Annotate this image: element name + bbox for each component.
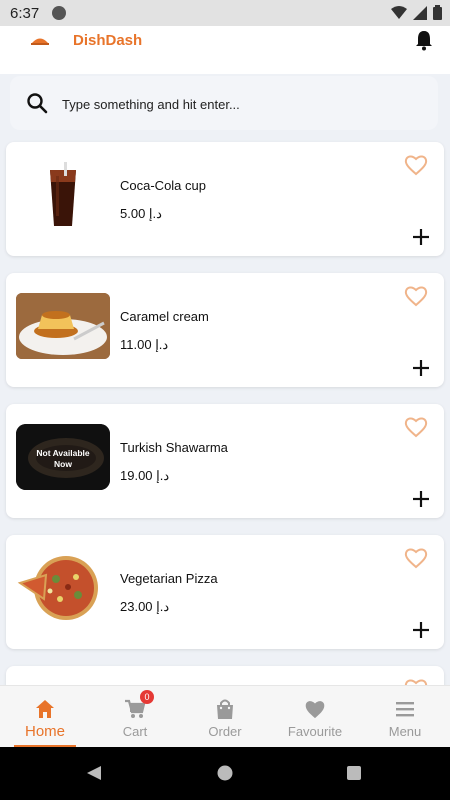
product-price: 11.00 د.إ	[120, 337, 169, 352]
signal-icon	[413, 5, 427, 20]
product-price: 19.00 د.إ	[120, 468, 170, 483]
product-list: Coca-Cola cup 5.00 د.إ Caramel cream 11.…	[0, 140, 450, 685]
add-to-cart-plus-icon[interactable]	[412, 359, 430, 377]
nav-item-home[interactable]: Home	[0, 686, 90, 748]
system-nav-bar	[0, 747, 450, 800]
product-card[interactable]: Vegetarian Pizza 23.00 د.إ	[6, 535, 444, 649]
product-image: Not Available Now	[16, 424, 110, 490]
nav-label: Menu	[388, 724, 422, 739]
favourite-heart-icon[interactable]	[404, 285, 428, 307]
wifi-icon	[391, 5, 407, 19]
product-image	[16, 293, 110, 359]
nav-label: Favourite	[287, 724, 343, 739]
nav-label: Order	[208, 724, 242, 739]
product-image	[16, 162, 110, 228]
add-to-cart-plus-icon[interactable]	[412, 621, 430, 639]
back-icon[interactable]	[86, 765, 102, 781]
home-button-icon[interactable]	[217, 765, 233, 781]
status-icons	[391, 5, 442, 20]
product-name: Coca-Cola cup	[120, 178, 206, 193]
heart-icon	[305, 701, 325, 719]
product-name: Turkish Shawarma	[120, 440, 228, 455]
product-card[interactable]: Caramel cream 11.00 د.إ	[6, 273, 444, 387]
favourite-heart-icon[interactable]	[404, 416, 428, 438]
search-input[interactable]	[60, 93, 424, 115]
nav-item-menu[interactable]: Menu	[360, 686, 450, 748]
nav-item-order[interactable]: Order	[180, 686, 270, 748]
logo-icon	[31, 38, 49, 45]
search-bar	[10, 76, 438, 130]
favourite-heart-icon[interactable]	[404, 678, 428, 685]
favourite-heart-icon[interactable]	[404, 547, 428, 569]
notification-bell-icon[interactable]	[414, 29, 434, 51]
nav-label: Home	[24, 723, 65, 740]
product-image	[16, 555, 110, 621]
nav-item-favourite[interactable]: Favourite	[270, 686, 360, 748]
nav-label: Cart	[122, 724, 148, 739]
brand-name: DishDash	[73, 32, 143, 49]
status-time: 6:37	[10, 5, 40, 22]
app-header: DishDash	[0, 26, 450, 74]
cart-count-badge: 0	[140, 690, 154, 704]
add-to-cart-plus-icon[interactable]	[412, 228, 430, 246]
not-available-label: Not Available Now	[36, 448, 90, 469]
product-name: Caramel cream	[120, 309, 209, 324]
battery-icon	[433, 5, 442, 20]
bottom-nav: Home 0 Cart Order Favourite Menu	[0, 685, 450, 748]
favourite-heart-icon[interactable]	[404, 154, 428, 176]
status-bar: 6:37	[0, 0, 450, 26]
add-to-cart-plus-icon[interactable]	[412, 490, 430, 508]
bag-icon	[217, 699, 233, 719]
product-card[interactable]: Coca-Cola cup 5.00 د.إ	[6, 142, 444, 256]
product-name: Vegetarian Pizza	[120, 571, 218, 586]
product-price: 23.00 د.إ	[120, 599, 170, 614]
search-icon	[27, 93, 48, 114]
product-card[interactable]	[6, 666, 444, 685]
menu-icon	[396, 702, 414, 717]
nav-item-cart[interactable]: 0 Cart	[90, 686, 180, 748]
home-icon	[36, 700, 54, 718]
app-notification-icon	[52, 6, 66, 20]
product-card[interactable]: Not Available Now Turkish Shawarma 19.00…	[6, 404, 444, 518]
product-price: 5.00 د.إ	[120, 206, 162, 221]
recents-icon[interactable]	[346, 765, 362, 781]
